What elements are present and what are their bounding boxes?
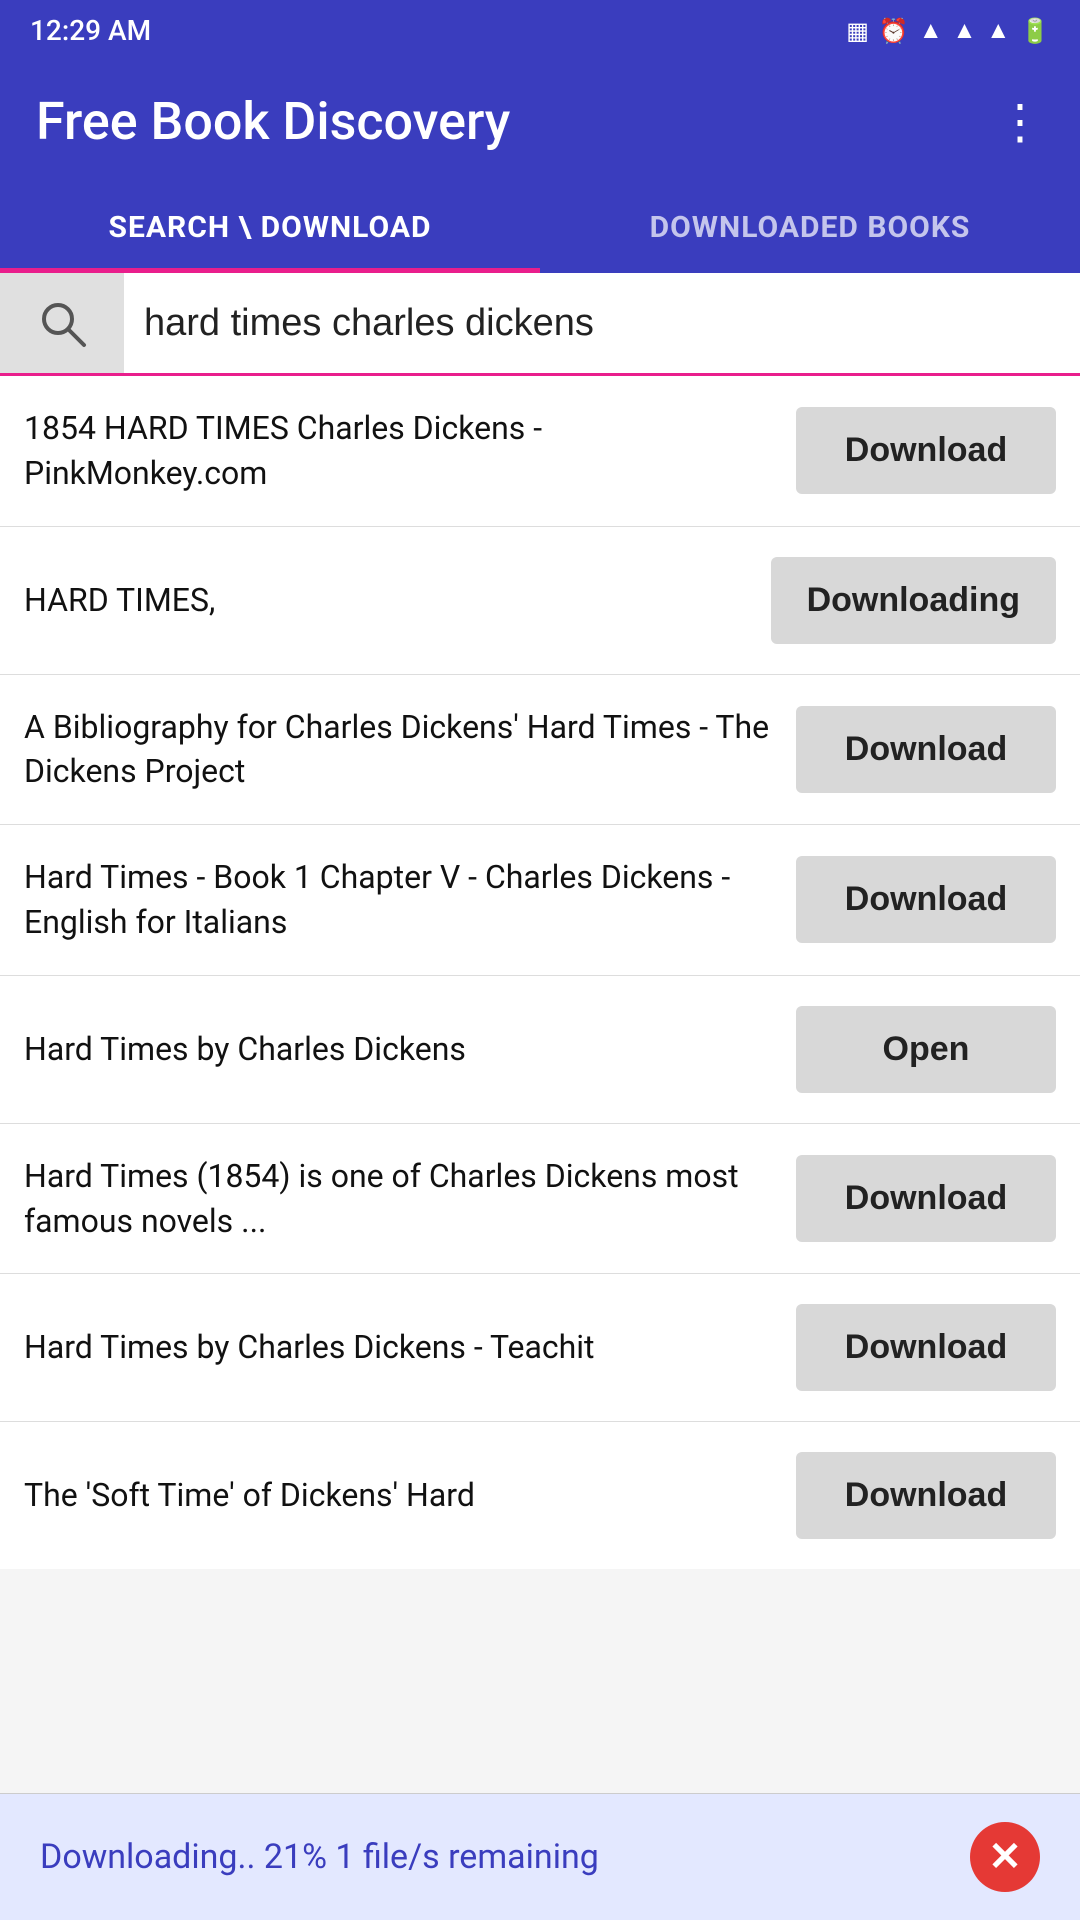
result-title: The 'Soft Time' of Dickens' Hard	[24, 1473, 796, 1518]
download-button-2[interactable]: Download	[796, 706, 1056, 793]
download-button-6[interactable]: Download	[796, 1304, 1056, 1391]
tab-downloaded-books[interactable]: DOWNLOADED BOOKS	[540, 182, 1080, 273]
app-title: Free Book Discovery	[36, 91, 510, 152]
result-item: 1854 HARD TIMES Charles Dickens - PinkMo…	[0, 376, 1080, 527]
alarm-icon: ⏰	[879, 17, 909, 45]
search-bar	[0, 273, 1080, 376]
app-bar: Free Book Discovery ⋮	[0, 61, 1080, 182]
downloading-button-1[interactable]: Downloading	[771, 557, 1056, 644]
tab-search-download[interactable]: SEARCH \ DOWNLOAD	[0, 182, 540, 273]
download-button-3[interactable]: Download	[796, 856, 1056, 943]
result-title: Hard Times by Charles Dickens	[24, 1027, 796, 1072]
wifi-icon: ▲	[919, 16, 943, 45]
battery-icon: 🔋	[1020, 17, 1050, 45]
result-item: A Bibliography for Charles Dickens' Hard…	[0, 675, 1080, 826]
result-title: HARD TIMES,	[24, 578, 771, 623]
result-item: Hard Times by Charles Dickens Open	[0, 976, 1080, 1124]
search-button[interactable]	[0, 273, 124, 373]
result-item: Hard Times (1854) is one of Charles Dick…	[0, 1124, 1080, 1275]
result-title: 1854 HARD TIMES Charles Dickens - PinkMo…	[24, 406, 796, 496]
download-button-7[interactable]: Download	[796, 1452, 1056, 1539]
signal-icon: ▲	[953, 16, 977, 45]
search-icon	[36, 297, 88, 349]
status-time: 12:29 AM	[30, 14, 151, 47]
results-list: 1854 HARD TIMES Charles Dickens - PinkMo…	[0, 376, 1080, 1569]
download-progress-text: Downloading.. 21% 1 file/s remaining	[40, 1837, 599, 1877]
search-input[interactable]	[124, 278, 1080, 369]
status-bar: 12:29 AM ▦ ⏰ ▲ ▲ ▲ 🔋	[0, 0, 1080, 61]
result-title: Hard Times by Charles Dickens - Teachit	[24, 1325, 796, 1370]
close-download-button[interactable]: ✕	[970, 1822, 1040, 1892]
result-item: HARD TIMES, Downloading	[0, 527, 1080, 675]
overflow-menu-button[interactable]: ⋮	[996, 98, 1044, 146]
open-button-4[interactable]: Open	[796, 1006, 1056, 1093]
signal2-icon: ▲	[986, 16, 1010, 45]
result-item: Hard Times - Book 1 Chapter V - Charles …	[0, 825, 1080, 976]
result-item: Hard Times by Charles Dickens - Teachit …	[0, 1274, 1080, 1422]
result-title: Hard Times - Book 1 Chapter V - Charles …	[24, 855, 796, 945]
download-button-5[interactable]: Download	[796, 1155, 1056, 1242]
result-title: A Bibliography for Charles Dickens' Hard…	[24, 705, 796, 795]
tab-bar: SEARCH \ DOWNLOAD DOWNLOADED BOOKS	[0, 182, 1080, 273]
download-progress-bar: Downloading.. 21% 1 file/s remaining ✕	[0, 1793, 1080, 1920]
status-icons: ▦ ⏰ ▲ ▲ ▲ 🔋	[846, 16, 1050, 45]
download-button-0[interactable]: Download	[796, 407, 1056, 494]
result-item: The 'Soft Time' of Dickens' Hard Downloa…	[0, 1422, 1080, 1569]
sim-icon: ▦	[846, 17, 869, 45]
result-title: Hard Times (1854) is one of Charles Dick…	[24, 1154, 796, 1244]
